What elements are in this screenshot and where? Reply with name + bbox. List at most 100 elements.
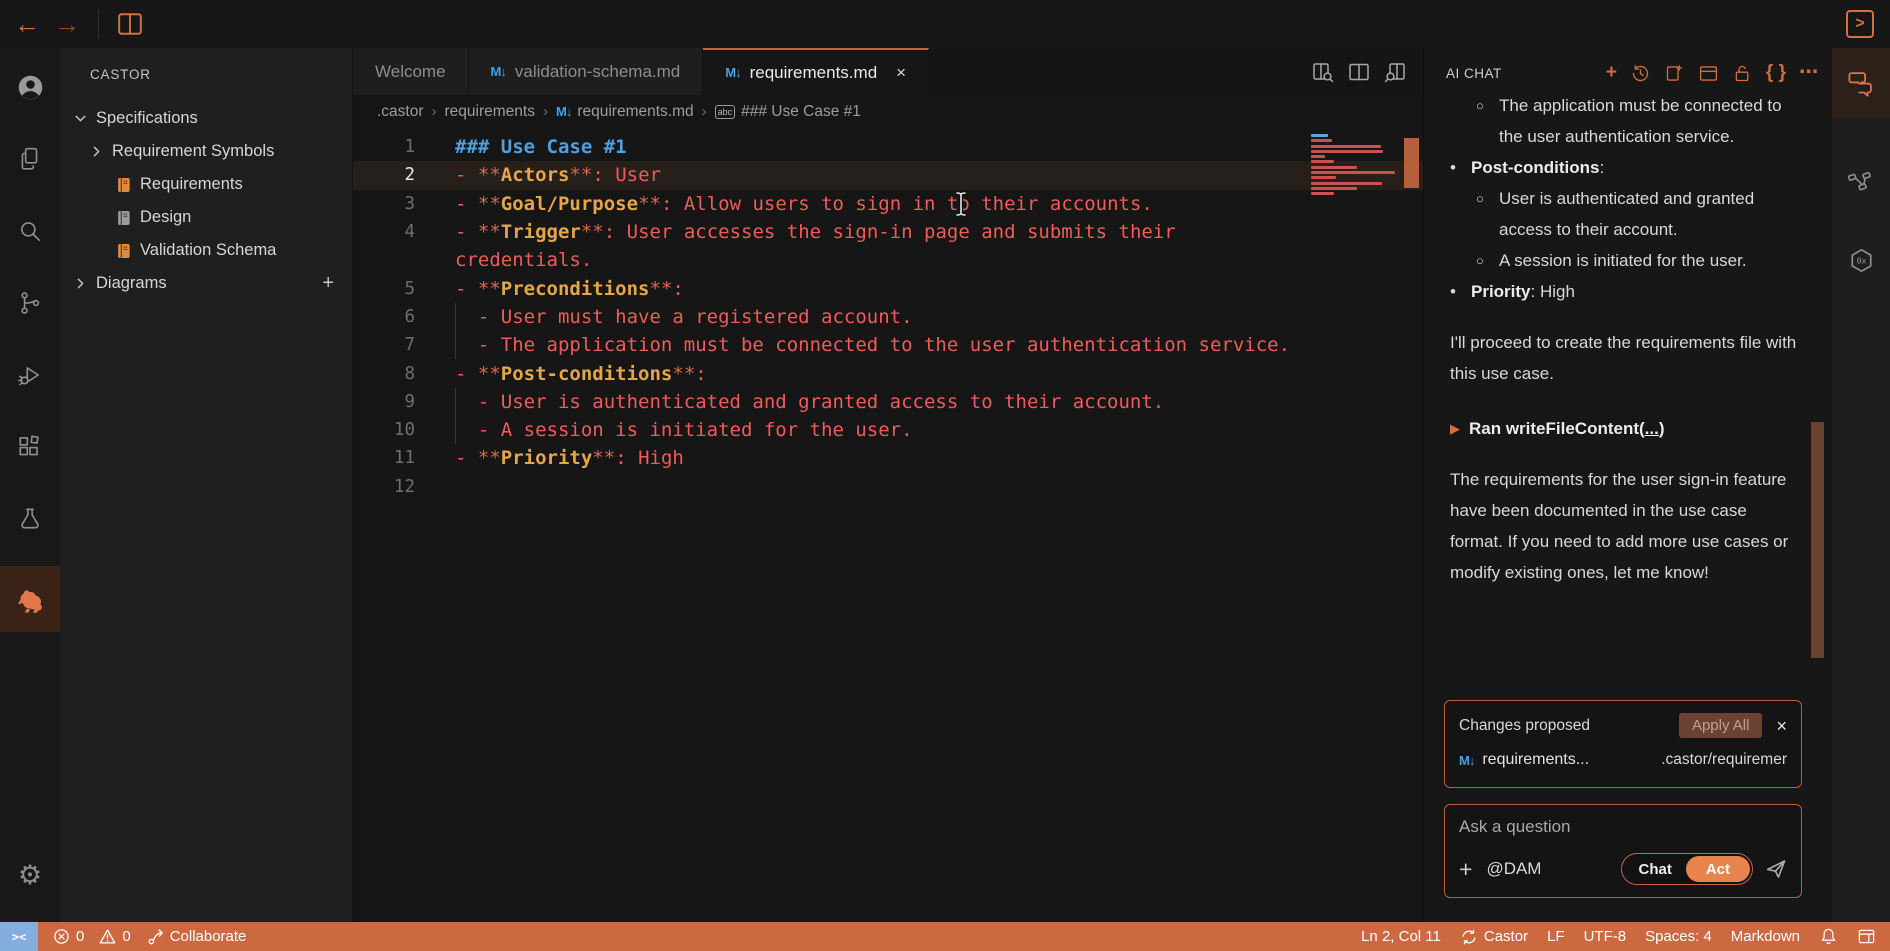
- lock-icon[interactable]: [1732, 63, 1753, 84]
- activity-item-run-debug[interactable]: [0, 342, 60, 408]
- chat-list-text: User is authenticated and granted access…: [1499, 183, 1798, 245]
- tree-item-requirement-symbols[interactable]: Requirement Symbols: [60, 135, 352, 168]
- rightbar-item-ai-chat[interactable]: [1832, 48, 1890, 118]
- minimap-line: [1311, 176, 1336, 179]
- apply-all-button[interactable]: Apply All: [1679, 713, 1763, 738]
- history-icon[interactable]: [1630, 63, 1651, 84]
- file-plus-icon[interactable]: [1664, 63, 1685, 84]
- book-orange-icon: [115, 176, 133, 194]
- breadcrumb-item[interactable]: M↓requirements.md: [556, 103, 694, 121]
- mode-toggle[interactable]: Chat Act: [1621, 853, 1753, 885]
- breadcrumb-item[interactable]: requirements: [445, 103, 535, 121]
- activity-item-account[interactable]: [0, 54, 60, 120]
- status-utf-8[interactable]: UTF-8: [1584, 928, 1627, 945]
- changed-file-row[interactable]: M↓ requirements... .castor/requiremer: [1459, 751, 1787, 769]
- tab-validation-schema-md[interactable]: M↓validation-schema.md: [469, 48, 704, 95]
- close-tab-icon[interactable]: ×: [896, 63, 906, 83]
- line-number: 9: [353, 392, 455, 412]
- mode-chat[interactable]: Chat: [1624, 861, 1685, 878]
- tree-item-diagrams[interactable]: Diagrams+: [60, 267, 352, 300]
- ai-chat-header-icons: + { } ⋯: [1606, 63, 1818, 84]
- code-line: 6 - User must have a registered account.: [353, 303, 1423, 331]
- tree-item-requirements[interactable]: Requirements: [60, 168, 352, 201]
- chat-messages: ○The application must be connected to th…: [1424, 98, 1832, 922]
- activity-item-search[interactable]: [0, 198, 60, 264]
- braces-icon[interactable]: { }: [1766, 63, 1786, 83]
- open-preview-side-icon[interactable]: [1383, 60, 1407, 84]
- add-diagram-button[interactable]: +: [322, 272, 334, 295]
- status-warning[interactable]: 0: [99, 928, 130, 945]
- source-control-icon: [17, 290, 43, 316]
- tree-item-validation-schema[interactable]: Validation Schema: [60, 234, 352, 267]
- context-mention-label[interactable]: @DAM: [1486, 859, 1541, 879]
- panel-icon[interactable]: [1698, 63, 1719, 84]
- activity-item-source-control[interactable]: [0, 270, 60, 336]
- status-error[interactable]: 0: [53, 928, 84, 945]
- more-icon[interactable]: ⋯: [1799, 63, 1818, 83]
- chat-list-item: ○The application must be connected to th…: [1476, 98, 1798, 152]
- send-icon[interactable]: [1765, 858, 1787, 880]
- status-layout[interactable]: [1857, 927, 1876, 946]
- tab-bar: WelcomeM↓validation-schema.mdM↓requireme…: [353, 48, 1423, 95]
- tree-item-specifications[interactable]: Specifications: [60, 102, 352, 135]
- code-line: 8- **Post-conditions**:: [353, 359, 1423, 387]
- chevron-right-icon: [88, 143, 105, 160]
- ai-chat-title: AI CHAT: [1446, 66, 1502, 81]
- status-sync[interactable]: Castor: [1460, 928, 1528, 946]
- status-label: Ln 2, Col 11: [1361, 928, 1441, 945]
- minimap-line: [1311, 155, 1325, 158]
- status-markdown[interactable]: Markdown: [1731, 928, 1800, 945]
- activity-item-explorer[interactable]: [0, 126, 60, 192]
- forward-icon[interactable]: →: [54, 11, 80, 37]
- activity-item-beaker[interactable]: [0, 486, 60, 552]
- split-editor-icon[interactable]: [1347, 60, 1371, 84]
- minimap-line: [1311, 145, 1381, 148]
- minimap-line: [1311, 139, 1332, 142]
- markdown-file-icon: M↓: [725, 65, 740, 80]
- status-spaces-4[interactable]: Spaces: 4: [1645, 928, 1712, 945]
- activity-item-extensions[interactable]: [0, 414, 60, 480]
- status-lf[interactable]: LF: [1547, 928, 1565, 945]
- tree-item-design[interactable]: Design: [60, 201, 352, 234]
- close-icon[interactable]: ×: [1776, 717, 1787, 735]
- remote-indicator[interactable]: ><: [0, 922, 38, 951]
- open-preview-icon[interactable]: [1311, 60, 1335, 84]
- status-ln-2-col-11[interactable]: Ln 2, Col 11: [1361, 928, 1441, 945]
- breadcrumb-item[interactable]: abc### Use Case #1: [715, 103, 861, 121]
- back-icon[interactable]: ←: [14, 11, 40, 37]
- bullet-icon: ○: [1476, 98, 1499, 152]
- tab-Welcome[interactable]: Welcome: [353, 48, 469, 95]
- error-icon: [53, 928, 70, 945]
- editor-surface[interactable]: 1### Use Case #12- **Actors**: User3- **…: [353, 128, 1423, 922]
- mode-act[interactable]: Act: [1686, 856, 1750, 882]
- status-label: 0: [76, 928, 84, 945]
- bullet-icon: •: [1450, 276, 1471, 307]
- attach-plus-icon[interactable]: +: [1459, 858, 1472, 881]
- code-line: 10 - A session is initiated for the user…: [353, 416, 1423, 444]
- status-collaborate[interactable]: Collaborate: [146, 928, 247, 946]
- breadcrumb-item[interactable]: .castor: [377, 103, 424, 121]
- rightbar-item-hex-0x[interactable]: 0x: [1832, 225, 1890, 295]
- secondary-activity-bar: 0x: [1832, 48, 1890, 922]
- terminal-badge-icon[interactable]: >: [1846, 10, 1874, 38]
- book-gray-icon: [115, 209, 133, 227]
- symbol-abc-icon: abc: [715, 105, 736, 119]
- chat-input-placeholder: Ask a question: [1459, 817, 1787, 837]
- tool-call-row[interactable]: ▶Ran writeFileContent(...): [1450, 413, 1798, 444]
- code-text: credentials.: [455, 249, 592, 271]
- activity-item-settings-gear[interactable]: ⚙: [0, 842, 60, 908]
- chat-scrollbar[interactable]: [1811, 422, 1824, 658]
- line-number: 7: [353, 335, 455, 355]
- rightbar-item-diagram[interactable]: [1832, 146, 1890, 216]
- activity-item-castor-beaver[interactable]: [0, 566, 60, 632]
- editor-scrollbar[interactable]: [1404, 138, 1419, 188]
- code-line: credentials.: [353, 246, 1423, 274]
- split-editor-layout-icon[interactable]: [117, 12, 143, 36]
- tab-requirements-md[interactable]: M↓requirements.md×: [703, 48, 929, 95]
- status-bell[interactable]: [1819, 927, 1838, 946]
- chat-input-box[interactable]: Ask a question + @DAM Chat Act: [1444, 804, 1802, 898]
- add-icon[interactable]: +: [1606, 63, 1617, 83]
- tree-item-label: Requirement Symbols: [112, 142, 274, 161]
- tool-call-label: Ran writeFileContent(...): [1469, 413, 1665, 444]
- minimap[interactable]: [1311, 134, 1397, 203]
